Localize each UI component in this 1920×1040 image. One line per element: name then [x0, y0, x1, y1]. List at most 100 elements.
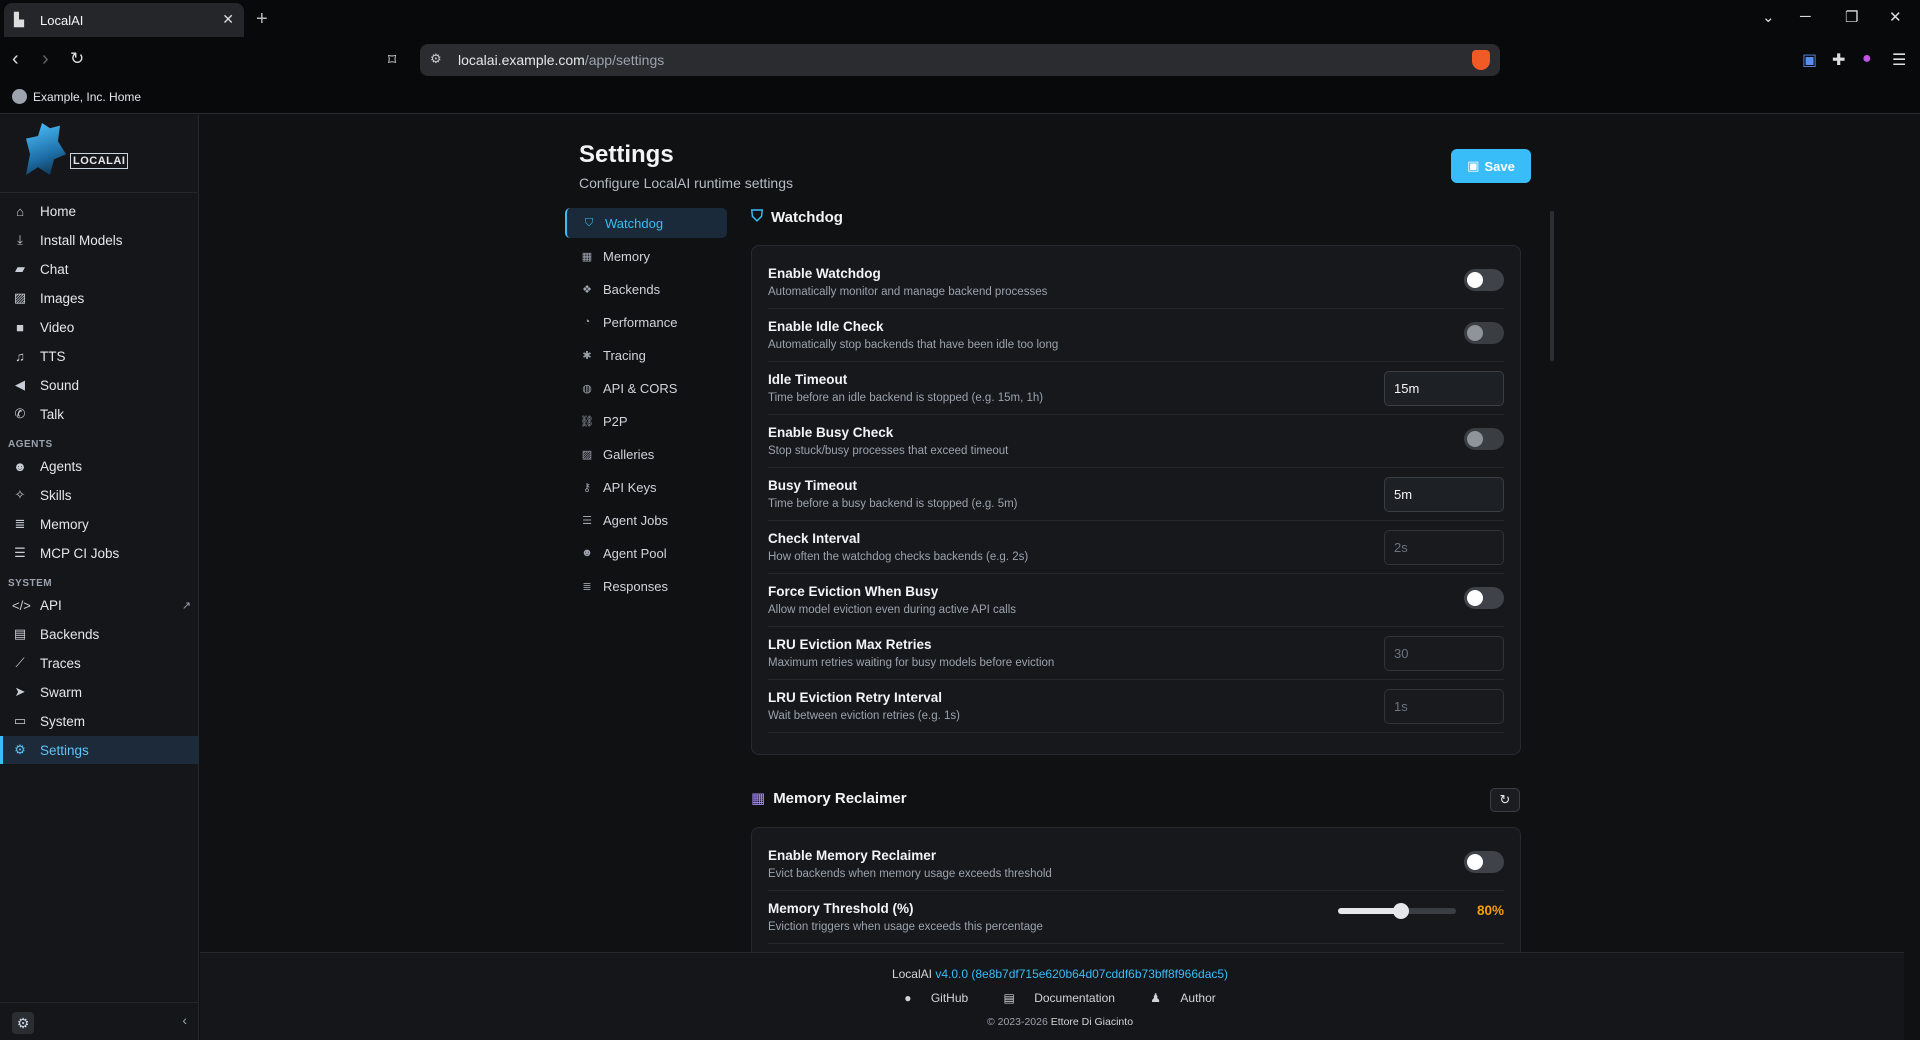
subnav-memory[interactable]: ▦ Memory: [565, 241, 727, 271]
sidebar-item-label: Memory: [40, 516, 89, 532]
sidebar-item-api[interactable]: </> API ↗: [0, 591, 199, 619]
busy-timeout-input[interactable]: 5m: [1384, 477, 1504, 512]
sidebar-item-sound[interactable]: ◀ Sound: [0, 371, 199, 399]
window-close-icon[interactable]: ✕: [1889, 8, 1902, 26]
puzzle-icon[interactable]: ✚: [1832, 50, 1845, 70]
sidebar-item-label: Video: [40, 319, 75, 335]
enable-idle-check-toggle[interactable]: [1464, 322, 1504, 344]
setting-description: Wait between eviction retries (e.g. 1s): [768, 710, 960, 722]
sidebar-item-settings[interactable]: ⚙ Settings: [0, 736, 199, 764]
footer-version-link[interactable]: v4.0.0 (8e8b7df715e620b64d07cddf6b73bff8…: [935, 967, 1228, 981]
enable-memory-reclaimer-toggle[interactable]: [1464, 851, 1504, 873]
footer-copyright: © 2023-2026 Ettore Di Giacinto: [200, 1016, 1920, 1028]
sidebar-item-backends[interactable]: ▤ Backends: [0, 620, 199, 648]
forward-icon[interactable]: ›: [42, 48, 49, 71]
force-eviction-toggle[interactable]: [1464, 587, 1504, 609]
subnav-label: API & CORS: [603, 380, 678, 396]
save-icon: ▣: [1467, 158, 1480, 173]
subnav-backends[interactable]: ❖ Backends: [565, 274, 727, 304]
close-tab-icon[interactable]: ✕: [222, 11, 234, 28]
check-interval-input[interactable]: 2s: [1384, 530, 1504, 565]
site-info-icon[interactable]: ⚙: [430, 51, 442, 67]
footer-docs-link[interactable]: ▤ Documentation: [996, 991, 1123, 1005]
content-scrollbar[interactable]: [1550, 211, 1554, 361]
bookmark-icon[interactable]: ⌑: [388, 50, 396, 70]
enable-watchdog-toggle[interactable]: [1464, 269, 1504, 291]
lru-retry-interval-input[interactable]: 1s: [1384, 689, 1504, 724]
sidebar-item-system[interactable]: ▭ System: [0, 707, 199, 735]
section-title-text: Memory Reclaimer: [773, 789, 907, 807]
sidebar-item-talk[interactable]: ✆ Talk: [0, 400, 199, 428]
back-icon[interactable]: ‹: [12, 48, 19, 71]
subnav-p2p[interactable]: ⛓ P2P: [565, 406, 727, 436]
subnav-performance[interactable]: ◔ Performance: [565, 307, 727, 337]
refresh-memory-button[interactable]: ↻: [1490, 788, 1520, 812]
watchdog-card: Enable Watchdog Automatically monitor an…: [751, 245, 1521, 755]
subnav-agent-pool[interactable]: ☻ Agent Pool: [565, 538, 727, 568]
subnav-galleries[interactable]: ▨ Galleries: [565, 439, 727, 469]
author-name[interactable]: Ettore Di Giacinto: [1051, 1016, 1133, 1028]
sidebar-item-label: Traces: [40, 655, 81, 671]
footer-author-link[interactable]: ♟ Author: [1142, 991, 1223, 1005]
browser-tab[interactable]: ▙ LocalAI ✕: [4, 3, 244, 37]
footer-github-link[interactable]: ● GitHub: [896, 991, 976, 1005]
gear-icon: ⚙: [14, 742, 26, 757]
subnav-api-keys[interactable]: ⚷ API Keys: [565, 472, 727, 502]
send-icon: ➤: [14, 684, 26, 699]
sidebar-item-label: Images: [40, 290, 85, 306]
brave-shield-icon[interactable]: [1472, 50, 1490, 70]
new-tab-icon[interactable]: +: [256, 8, 268, 31]
music-icon: ♫: [15, 348, 25, 364]
save-button-label: Save: [1484, 158, 1515, 174]
sidebar-item-memory[interactable]: ≣ Memory: [0, 510, 199, 538]
bookmark-item[interactable]: Example, Inc. Home: [33, 90, 141, 104]
setting-row-busy-timeout: Busy Timeout Time before a busy backend …: [768, 468, 1504, 521]
restore-icon[interactable]: ❐: [1845, 8, 1858, 26]
sidebar-item-video[interactable]: ■ Video: [0, 313, 199, 341]
save-button[interactable]: ▣ Save: [1451, 149, 1531, 183]
sidebar-item-traces[interactable]: ⟋ Traces: [0, 649, 199, 677]
idle-timeout-input[interactable]: 15m: [1384, 371, 1504, 406]
sidebar-item-chat[interactable]: ▰ Chat: [0, 255, 199, 283]
page-title: Settings: [579, 141, 674, 168]
sidebar-item-swarm[interactable]: ➤ Swarm: [0, 678, 199, 706]
reload-icon[interactable]: ↻: [70, 49, 84, 69]
setting-description: Time before an idle backend is stopped (…: [768, 392, 1044, 404]
memory-threshold-slider[interactable]: [1338, 903, 1456, 919]
phone-icon: ✆: [14, 406, 26, 421]
menu-icon[interactable]: ☰: [1892, 50, 1906, 70]
wallet-icon[interactable]: ●: [1862, 50, 1872, 68]
minimize-icon[interactable]: ─: [1800, 8, 1811, 25]
subnav-label: Agent Pool: [603, 545, 667, 561]
browser-navbar: ‹ › ↻ ⌑ ⚙ localai.example.com/app/settin…: [0, 40, 1920, 80]
slider-handle[interactable]: [1393, 903, 1410, 919]
subnav-watchdog[interactable]: ⛉ Watchdog: [565, 208, 727, 238]
lru-max-retries-input[interactable]: 30: [1384, 636, 1504, 671]
sidebar-item-label: Agents: [40, 458, 83, 474]
sidebar-item-mcp-ci-jobs[interactable]: ☰ MCP CI Jobs: [0, 539, 199, 567]
collapse-sidebar-icon[interactable]: ‹: [182, 1012, 187, 1028]
subnav-api-cors[interactable]: ◍ API & CORS: [565, 373, 727, 403]
subnav-responses[interactable]: ≣ Responses: [565, 571, 727, 601]
sidebar-item-install-models[interactable]: ⤓ Install Models: [0, 226, 199, 254]
subnav-tracing[interactable]: ✱ Tracing: [565, 340, 727, 370]
globe-icon: ◍: [582, 382, 592, 395]
setting-label: Check Interval: [768, 531, 861, 546]
subnav-agent-jobs[interactable]: ☰ Agent Jobs: [565, 505, 727, 535]
setting-description: Evict backends when memory usage exceeds…: [768, 868, 1052, 880]
enable-busy-check-toggle[interactable]: [1464, 428, 1504, 450]
address-bar[interactable]: ⚙ localai.example.com/app/settings: [420, 44, 1500, 76]
localai-logo[interactable]: LOCALAI: [26, 123, 129, 178]
sidebar-item-home[interactable]: ⌂ Home: [0, 197, 199, 225]
home-icon: ⌂: [16, 203, 24, 219]
footer-links: ● GitHub ▤ Documentation ♟ Author: [200, 991, 1920, 1005]
sidebar-item-agents[interactable]: ☻ Agents: [0, 452, 199, 480]
page-scrollbar-track[interactable]: [1904, 115, 1920, 1040]
sidebar-item-skills[interactable]: ✧ Skills: [0, 481, 199, 509]
tab-list-chevron-icon[interactable]: ⌄: [1762, 8, 1775, 26]
sidebar-item-tts[interactable]: ♫ TTS: [0, 342, 199, 370]
settings-gear-icon[interactable]: ⚙: [12, 1012, 34, 1034]
sidebar-item-images[interactable]: ▨ Images: [0, 284, 199, 312]
extension-icon[interactable]: ▣: [1802, 50, 1817, 70]
users-icon: ☻: [581, 547, 593, 559]
